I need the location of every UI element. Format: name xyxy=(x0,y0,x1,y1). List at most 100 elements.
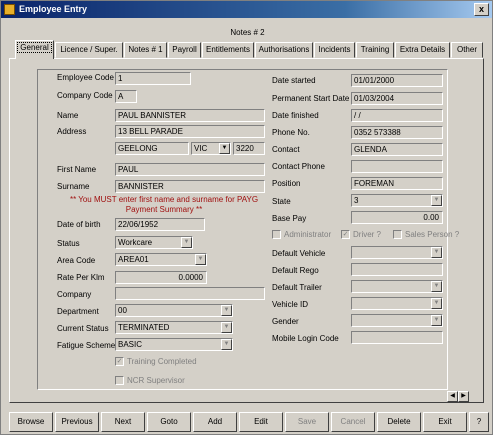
save-button[interactable]: Save xyxy=(285,412,329,432)
fatigue-scheme-select[interactable]: BASIC ▼ xyxy=(115,338,233,351)
chevron-down-icon[interactable]: ▼ xyxy=(221,305,232,316)
default-vehicle-label: Default Vehicle xyxy=(272,249,326,258)
base-pay-label: Base Pay xyxy=(272,214,307,223)
base-pay-field[interactable]: 0.00 xyxy=(351,211,443,224)
chevron-down-icon[interactable]: ▼ xyxy=(431,195,442,206)
contact-label: Contact xyxy=(272,145,300,154)
phone-field[interactable]: 0352 573388 xyxy=(351,126,443,139)
mobile-login-field[interactable] xyxy=(351,331,443,344)
ncr-supervisor-checkbox[interactable]: NCR Supervisor xyxy=(115,376,185,385)
name-field[interactable]: PAUL BANNISTER xyxy=(115,109,265,122)
date-finished-label: Date finished xyxy=(272,111,319,120)
window-title: Employee Entry xyxy=(19,4,88,14)
delete-button[interactable]: Delete xyxy=(377,412,421,432)
default-trailer-label: Default Trailer xyxy=(272,283,322,292)
date-finished-field[interactable]: / / xyxy=(351,109,443,122)
tab-general[interactable]: General xyxy=(15,40,54,59)
current-status-select[interactable]: TERMINATED ▼ xyxy=(115,321,233,334)
tab-other[interactable]: Other xyxy=(451,42,483,58)
perm-start-field[interactable]: 01/03/2004 xyxy=(351,92,443,105)
scroll-right-icon[interactable]: ▶ xyxy=(458,391,469,402)
surname-field[interactable]: BANNISTER xyxy=(115,180,265,193)
sales-person-checkbox[interactable]: Sales Person ? xyxy=(393,230,459,239)
postcode-field[interactable]: 3220 xyxy=(233,142,265,155)
administrator-checkbox[interactable]: Administrator xyxy=(272,230,331,239)
fatigue-scheme-label: Fatigue Scheme xyxy=(57,341,116,350)
employee-code-label: Employee Code xyxy=(57,73,114,82)
checkbox-empty-icon xyxy=(115,376,124,385)
chevron-down-icon[interactable]: ▼ xyxy=(431,281,442,292)
payg-warning-line2: Payment Summary ** xyxy=(125,205,203,214)
training-completed-checkbox[interactable]: ✓ Training Completed xyxy=(115,357,197,366)
tab-training[interactable]: Training xyxy=(356,42,394,58)
sales-person-label: Sales Person ? xyxy=(405,230,460,239)
chevron-down-icon[interactable]: ▼ xyxy=(221,322,232,333)
department-value: 00 xyxy=(118,306,127,315)
driver-checkbox[interactable]: ✓ Driver ? xyxy=(341,230,381,239)
address-state-select[interactable]: VIC ▼ xyxy=(191,142,231,155)
previous-button[interactable]: Previous xyxy=(55,412,99,432)
area-code-label: Area Code xyxy=(57,256,96,265)
dob-field[interactable]: 22/06/1952 xyxy=(115,218,205,231)
tab-notes-1[interactable]: Notes # 1 xyxy=(124,42,167,58)
chevron-down-icon[interactable]: ▼ xyxy=(431,315,442,326)
default-trailer-select[interactable]: ▼ xyxy=(351,280,443,293)
first-name-field[interactable]: PAUL xyxy=(115,163,265,176)
current-status-label: Current Status xyxy=(57,324,109,333)
state-select[interactable]: 3 ▼ xyxy=(351,194,443,207)
title-bar[interactable]: Employee Entry x xyxy=(1,1,492,18)
default-vehicle-select[interactable]: ▼ xyxy=(351,246,443,259)
company-field[interactable] xyxy=(115,287,265,300)
date-started-field[interactable]: 01/01/2000 xyxy=(351,74,443,87)
help-button[interactable]: ? xyxy=(469,412,489,432)
tab-payroll[interactable]: Payroll xyxy=(168,42,201,58)
notes-header: Notes # 2 xyxy=(230,28,265,37)
address-field[interactable]: 13 BELL PARADE xyxy=(115,125,265,138)
fatigue-scheme-value: BASIC xyxy=(118,340,143,349)
tab-authorisations[interactable]: Authorisations xyxy=(255,42,313,58)
vehicle-id-select[interactable]: ▼ xyxy=(351,297,443,310)
department-select[interactable]: 00 ▼ xyxy=(115,304,233,317)
chevron-down-icon[interactable]: ▼ xyxy=(195,254,206,265)
chevron-down-icon[interactable]: ▼ xyxy=(221,339,232,350)
chevron-down-icon[interactable]: ▼ xyxy=(219,143,230,154)
close-button[interactable]: x xyxy=(474,3,489,16)
dob-label: Date of birth xyxy=(57,220,101,229)
tab-licence-super[interactable]: Licence / Super. xyxy=(55,42,123,58)
add-button[interactable]: Add xyxy=(193,412,237,432)
goto-button[interactable]: Goto xyxy=(147,412,191,432)
checkbox-empty-icon xyxy=(272,230,281,239)
company-label: Company xyxy=(57,290,92,299)
chevron-down-icon[interactable]: ▼ xyxy=(431,247,442,258)
position-field[interactable]: FOREMAN xyxy=(351,177,443,190)
edit-button[interactable]: Edit xyxy=(239,412,283,432)
suburb-field[interactable]: GEELONG xyxy=(115,142,189,155)
checkmark-icon: ✓ xyxy=(115,357,124,366)
position-label: Position xyxy=(272,179,301,188)
gender-select[interactable]: ▼ xyxy=(351,314,443,327)
company-code-field[interactable]: A xyxy=(115,90,137,103)
status-select[interactable]: Workcare ▼ xyxy=(115,236,193,249)
next-button[interactable]: Next xyxy=(101,412,145,432)
chevron-down-icon[interactable]: ▼ xyxy=(181,237,192,248)
status-value: Workcare xyxy=(118,238,153,247)
tab-entitlements[interactable]: Entitlements xyxy=(202,42,254,58)
contact-phone-label: Contact Phone xyxy=(272,162,325,171)
tab-extra-details[interactable]: Extra Details xyxy=(395,42,450,58)
tab-incidents[interactable]: Incidents xyxy=(314,42,355,58)
cancel-button[interactable]: Cancel xyxy=(331,412,375,432)
surname-label: Surname xyxy=(57,182,90,191)
exit-button[interactable]: Exit xyxy=(423,412,467,432)
rate-per-klm-label: Rate Per Klm xyxy=(57,273,105,282)
contact-phone-field[interactable] xyxy=(351,160,443,173)
chevron-down-icon[interactable]: ▼ xyxy=(431,298,442,309)
contact-field[interactable]: GLENDA xyxy=(351,143,443,156)
employee-code-field[interactable]: 1 xyxy=(115,72,191,85)
browse-button[interactable]: Browse xyxy=(9,412,53,432)
scroll-left-icon[interactable]: ◀ xyxy=(447,391,458,402)
area-code-select[interactable]: AREA01 ▼ xyxy=(115,253,207,266)
app-icon xyxy=(4,4,15,15)
perm-start-label: Permanent Start Date xyxy=(272,94,350,103)
default-rego-field[interactable] xyxy=(351,263,443,276)
rate-per-klm-field[interactable]: 0.0000 xyxy=(115,271,207,284)
